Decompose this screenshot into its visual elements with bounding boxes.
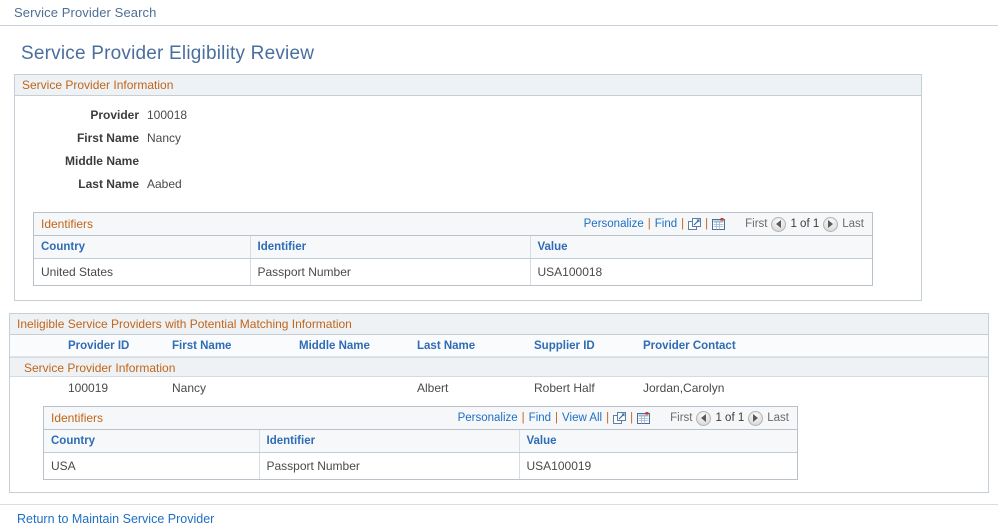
value-last-name: Aabed bbox=[147, 177, 182, 191]
pager-first-label[interactable]: First bbox=[670, 412, 692, 424]
action-separator: | bbox=[521, 412, 525, 424]
download-to-spreadsheet-icon[interactable] bbox=[712, 217, 726, 231]
cell-value: USA100018 bbox=[530, 258, 872, 285]
column-header-supplier-id: Supplier ID bbox=[534, 339, 595, 352]
label-first-name: First Name bbox=[76, 131, 139, 145]
table-header-row: Country Identifier Value bbox=[34, 236, 872, 259]
provider-field-list: Provider 100018 First Name Nancy Middle … bbox=[15, 96, 921, 206]
download-to-spreadsheet-icon[interactable] bbox=[637, 411, 651, 425]
field-row-first-name: First Name Nancy bbox=[15, 131, 921, 154]
identifiers-grid-secondary: Identifiers Personalize | Find | View Al… bbox=[43, 406, 798, 480]
ineligible-service-providers-header: Ineligible Service Providers with Potent… bbox=[10, 314, 988, 335]
personalize-link[interactable]: Personalize bbox=[458, 412, 518, 424]
action-separator: | bbox=[555, 412, 559, 424]
find-link[interactable]: Find bbox=[655, 218, 677, 230]
view-all-link[interactable]: View All bbox=[562, 412, 602, 424]
breadcrumb-link-service-provider-search[interactable]: Service Provider Search bbox=[14, 5, 156, 20]
identifiers-grid-secondary-title: Identifiers bbox=[51, 411, 104, 425]
label-middle-name: Middle Name bbox=[64, 154, 139, 168]
cell-identifier: Passport Number bbox=[259, 452, 520, 479]
identifiers-table-primary: Country Identifier Value United States P… bbox=[34, 236, 872, 285]
action-separator: | bbox=[630, 412, 634, 424]
pager-last-label[interactable]: Last bbox=[842, 218, 864, 230]
column-header-middle-name: Middle Name bbox=[299, 339, 370, 352]
cell-identifier: Passport Number bbox=[250, 258, 531, 285]
ineligible-service-providers-panel: Ineligible Service Providers with Potent… bbox=[9, 313, 989, 493]
column-header-provider-id: Provider ID bbox=[68, 339, 130, 352]
table-header-row: Country Identifier Value bbox=[44, 430, 797, 453]
label-last-name: Last Name bbox=[78, 177, 139, 191]
pager-previous-icon[interactable] bbox=[696, 410, 712, 426]
identifiers-grid-primary: Identifiers Personalize | Find | | First… bbox=[33, 212, 873, 286]
identifiers-grid-secondary-header: Identifiers Personalize | Find | View Al… bbox=[44, 407, 797, 430]
column-header-first-name: First Name bbox=[172, 339, 232, 352]
column-header-country[interactable]: Country bbox=[34, 236, 251, 259]
pager-first-label[interactable]: First bbox=[745, 218, 767, 230]
footer-divider bbox=[0, 504, 998, 505]
matching-provider-subsection-header: Service Provider Information bbox=[10, 357, 988, 377]
cell-provider-id: 100019 bbox=[68, 381, 109, 395]
table-row: USA Passport Number USA100019 bbox=[44, 452, 797, 479]
column-header-provider-contact: Provider Contact bbox=[643, 339, 736, 352]
pager-count: 1 of 1 bbox=[715, 412, 745, 424]
matching-columns-header: Provider ID First Name Middle Name Last … bbox=[10, 335, 988, 357]
identifiers-grid-secondary-actions: Personalize | Find | View All | | bbox=[458, 411, 651, 425]
column-header-last-name: Last Name bbox=[417, 339, 476, 352]
value-first-name: Nancy bbox=[147, 131, 182, 145]
service-provider-information-panel: Service Provider Information Provider 10… bbox=[14, 74, 922, 301]
cell-supplier-id: Robert Half bbox=[534, 381, 595, 395]
personalize-link[interactable]: Personalize bbox=[584, 218, 644, 230]
matching-provider-row: 100019 Nancy Albert Robert Half Jordan,C… bbox=[10, 377, 988, 399]
service-provider-information-header: Service Provider Information bbox=[15, 75, 921, 96]
pager-previous-icon[interactable] bbox=[771, 216, 787, 232]
identifiers-table-secondary: Country Identifier Value USA Passport Nu… bbox=[44, 430, 797, 479]
action-separator: | bbox=[681, 218, 685, 230]
identifiers-grid-secondary-pager: First 1 of 1 Last bbox=[670, 410, 789, 426]
action-separator: | bbox=[606, 412, 610, 424]
cell-provider-contact: Jordan,Carolyn bbox=[643, 381, 725, 395]
pager-last-label[interactable]: Last bbox=[767, 412, 789, 424]
expand-new-window-icon[interactable] bbox=[613, 411, 627, 425]
action-separator: | bbox=[705, 218, 709, 230]
column-header-value[interactable]: Value bbox=[519, 430, 797, 453]
field-row-last-name: Last Name Aabed bbox=[15, 177, 921, 200]
identifiers-grid-primary-header: Identifiers Personalize | Find | | First… bbox=[34, 213, 872, 236]
cell-country: United States bbox=[34, 258, 251, 285]
pager-count: 1 of 1 bbox=[790, 218, 820, 230]
cell-country: USA bbox=[44, 452, 260, 479]
label-provider: Provider bbox=[90, 108, 139, 122]
find-link[interactable]: Find bbox=[529, 412, 551, 424]
pager-next-icon[interactable] bbox=[823, 216, 839, 232]
column-header-value[interactable]: Value bbox=[530, 236, 872, 259]
column-header-identifier[interactable]: Identifier bbox=[250, 236, 531, 259]
expand-new-window-icon[interactable] bbox=[688, 217, 702, 231]
value-provider: 100018 bbox=[147, 108, 188, 122]
pager-next-icon[interactable] bbox=[748, 410, 764, 426]
page-title: Service Provider Eligibility Review bbox=[21, 43, 315, 64]
field-row-middle-name: Middle Name bbox=[15, 154, 921, 177]
cell-first-name: Nancy bbox=[172, 381, 207, 395]
identifiers-grid-primary-pager: First 1 of 1 Last bbox=[745, 216, 864, 232]
identifiers-grid-primary-title: Identifiers bbox=[41, 217, 94, 231]
return-to-maintain-service-provider-link[interactable]: Return to Maintain Service Provider bbox=[17, 512, 214, 526]
field-row-provider: Provider 100018 bbox=[15, 108, 921, 131]
table-row: United States Passport Number USA100018 bbox=[34, 258, 872, 285]
action-separator: | bbox=[647, 218, 651, 230]
cell-last-name: Albert bbox=[417, 381, 449, 395]
column-header-identifier[interactable]: Identifier bbox=[259, 430, 520, 453]
column-header-country[interactable]: Country bbox=[44, 430, 260, 453]
cell-value: USA100019 bbox=[519, 452, 797, 479]
breadcrumb: Service Provider Search bbox=[0, 0, 998, 26]
identifiers-grid-primary-actions: Personalize | Find | | bbox=[584, 217, 726, 231]
